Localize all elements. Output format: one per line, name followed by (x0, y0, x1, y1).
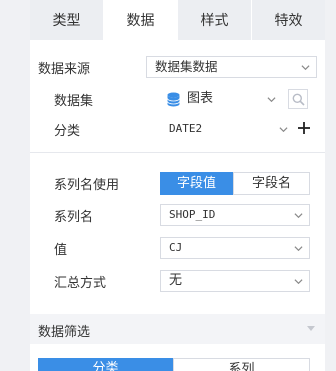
database-icon (167, 92, 180, 107)
category-value: DATE2 (169, 122, 203, 135)
chart-data-panel: 类型 数据 样式 特效 数据来源 数据集数据 数据集 图表 分类 DATE2 系… (30, 0, 325, 371)
data-source-value: 数据集数据 (155, 59, 218, 74)
value-value: CJ (169, 241, 183, 254)
series-field-value-toggle[interactable]: 字段值 (160, 172, 233, 195)
data-filter-tabs: 分类 系列 (38, 358, 310, 371)
right-gutter (325, 0, 336, 371)
chevron-down-icon (294, 279, 303, 285)
tab-style[interactable]: 样式 (178, 0, 252, 40)
summary-select[interactable]: 无 (160, 270, 310, 292)
filter-tab-category[interactable]: 分类 (38, 358, 173, 371)
series-name-select[interactable]: SHOP_ID (160, 204, 310, 226)
filter-tab-series[interactable]: 系列 (173, 358, 310, 371)
caret-down-icon (307, 326, 315, 331)
dataset-select[interactable]: 图表 (160, 88, 285, 110)
data-source-label: 数据来源 (38, 62, 91, 77)
series-name-label: 系列名 (54, 210, 94, 225)
chevron-down-icon (279, 127, 288, 133)
tab-data[interactable]: 数据 (104, 0, 178, 40)
tab-type[interactable]: 类型 (30, 0, 104, 40)
summary-label: 汇总方式 (54, 276, 107, 291)
chevron-down-icon (301, 65, 310, 71)
value-select[interactable]: CJ (160, 237, 310, 259)
series-name-use-label: 系列名使用 (54, 178, 120, 193)
dataset-search-button[interactable] (288, 89, 308, 109)
section-divider (30, 152, 325, 153)
tab-effects[interactable]: 特效 (252, 0, 325, 40)
series-field-name-toggle[interactable]: 字段名 (233, 172, 310, 195)
chevron-down-icon (267, 97, 276, 103)
dataset-label: 数据集 (54, 94, 94, 109)
plus-icon[interactable] (297, 121, 311, 135)
dataset-value: 图表 (187, 91, 214, 106)
data-filter-header[interactable]: 数据筛选 (30, 314, 325, 344)
search-icon (292, 93, 305, 106)
series-name-value: SHOP_ID (169, 208, 216, 221)
chevron-down-icon (294, 213, 303, 219)
value-label: 值 (54, 243, 68, 258)
chevron-down-icon (294, 246, 303, 252)
category-select[interactable]: DATE2 (160, 118, 295, 140)
left-gutter (0, 0, 30, 371)
data-source-select[interactable]: 数据集数据 (146, 56, 317, 78)
category-label: 分类 (54, 124, 81, 139)
panel-tabs: 类型 数据 样式 特效 (30, 0, 325, 40)
data-filter-label: 数据筛选 (38, 325, 91, 340)
summary-value: 无 (169, 273, 183, 288)
